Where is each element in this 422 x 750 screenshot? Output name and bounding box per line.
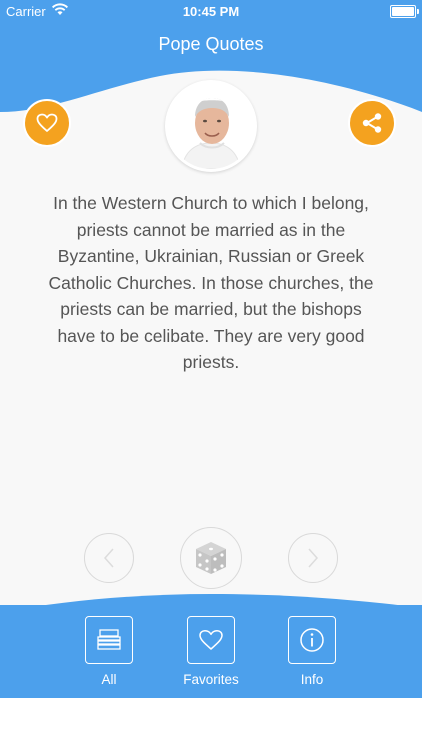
- avatar: [165, 80, 257, 172]
- tab-bar: All Favorites Info: [0, 605, 422, 698]
- chevron-left-icon: [103, 548, 114, 568]
- next-button[interactable]: [288, 533, 338, 583]
- previous-button[interactable]: [84, 533, 134, 583]
- status-bar: Carrier 10:45 PM: [0, 0, 422, 22]
- status-time: 10:45 PM: [182, 4, 240, 19]
- bottom-area: [0, 698, 422, 750]
- tab-favorites-label: Favorites: [183, 672, 239, 687]
- share-icon: [362, 113, 382, 133]
- heart-icon: [36, 113, 58, 132]
- tab-favorites[interactable]: Favorites: [171, 616, 251, 687]
- battery-icon: [390, 5, 419, 18]
- favorite-button[interactable]: [23, 99, 71, 147]
- dice-icon: [196, 542, 226, 574]
- chevron-right-icon: [308, 548, 319, 568]
- info-icon: [300, 628, 324, 652]
- tab-favorites-box: [187, 616, 235, 664]
- tab-info-label: Info: [300, 672, 324, 687]
- nav-bar: Pope Quotes: [0, 22, 422, 66]
- page-title: Pope Quotes: [158, 34, 264, 54]
- pope-portrait: [168, 83, 254, 169]
- tab-info[interactable]: Info: [272, 616, 352, 687]
- tab-info-box: [288, 616, 336, 664]
- tab-all-box: [85, 616, 133, 664]
- share-button[interactable]: [348, 99, 396, 147]
- tab-all[interactable]: All: [69, 616, 149, 687]
- random-button[interactable]: [180, 527, 242, 589]
- stack-icon: [97, 629, 121, 650]
- quote-text: In the Western Church to which I belong,…: [48, 193, 374, 372]
- tab-all-label: All: [101, 672, 117, 687]
- heart-icon: [199, 630, 223, 650]
